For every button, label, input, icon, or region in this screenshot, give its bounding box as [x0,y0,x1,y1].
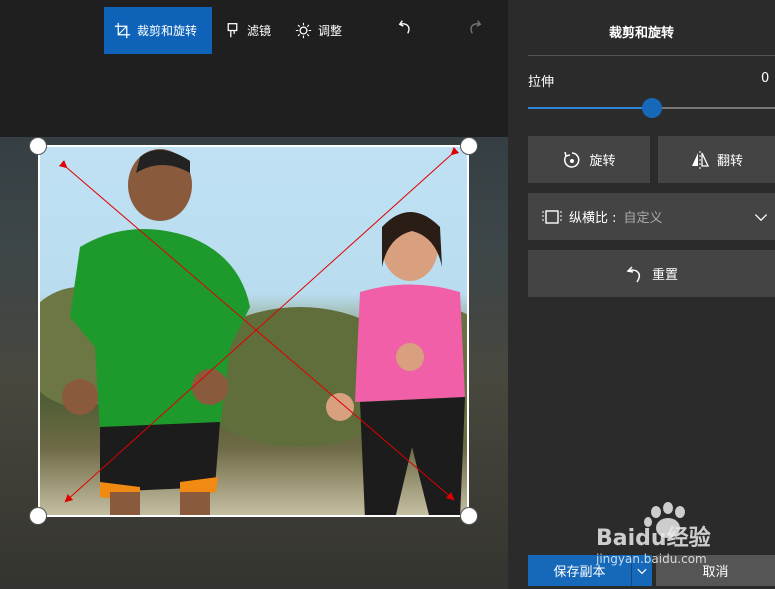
rotate-icon [564,151,580,168]
flip-label: 翻转 [716,154,743,169]
crop-icon [114,22,131,39]
panel-title: 裁剪和旋转 [608,26,674,41]
aspect-ratio-label: 纵横比 : [569,211,617,226]
adjust-tool-button[interactable]: 调整 [295,7,342,54]
crop-handle-bottom-left[interactable] [29,507,47,525]
reset-icon [626,265,640,282]
stretch-slider-fill [528,107,652,109]
redo-icon [470,20,482,34]
panel-divider [528,55,775,56]
undo-icon [398,20,410,34]
stretch-value: 0 [761,71,770,86]
redo-button[interactable] [463,16,485,38]
reset-button[interactable]: 重置 [528,250,775,297]
undo-button[interactable] [395,16,417,38]
chevron-down-icon [754,213,768,221]
annotation-arrows [58,147,460,503]
crop-handle-bottom-right[interactable] [460,507,478,525]
aspect-ratio-dropdown[interactable]: 纵横比 : 自定义 [528,193,775,240]
filter-tool-label: 滤镜 [247,24,272,38]
sun-adjust-icon [295,22,312,39]
rotate-label: 旋转 [589,154,616,169]
crop-handle-top-right[interactable] [460,137,478,155]
flip-icon [691,150,710,169]
filter-tool-button[interactable]: 滤镜 [224,7,271,54]
aspect-ratio-icon [542,209,562,224]
baidu-watermark: Baidu经验 jingyan.baidu.com [596,500,746,580]
stretch-slider[interactable] [528,98,775,118]
rotate-button[interactable]: 旋转 [528,136,650,183]
watermark-url: jingyan.baidu.com [596,552,707,566]
flip-button[interactable]: 翻转 [658,136,775,183]
reset-label: 重置 [651,268,678,283]
adjust-tool-label: 调整 [318,24,343,38]
crop-rotate-tool-label: 裁剪和旋转 [137,24,198,38]
photo-canvas[interactable] [0,137,508,589]
aspect-ratio-value: 自定义 [623,211,663,226]
stretch-slider-thumb[interactable] [641,98,662,118]
crop-rotate-tool-button[interactable]: 裁剪和旋转 [104,7,212,54]
filter-brush-icon [227,23,238,38]
stretch-label: 拉伸 [528,75,555,90]
watermark-brand: Baidu经验 [596,526,711,551]
crop-handle-top-left[interactable] [29,137,47,155]
editor-toolbar: 裁剪和旋转 滤镜 调整 [0,0,508,137]
